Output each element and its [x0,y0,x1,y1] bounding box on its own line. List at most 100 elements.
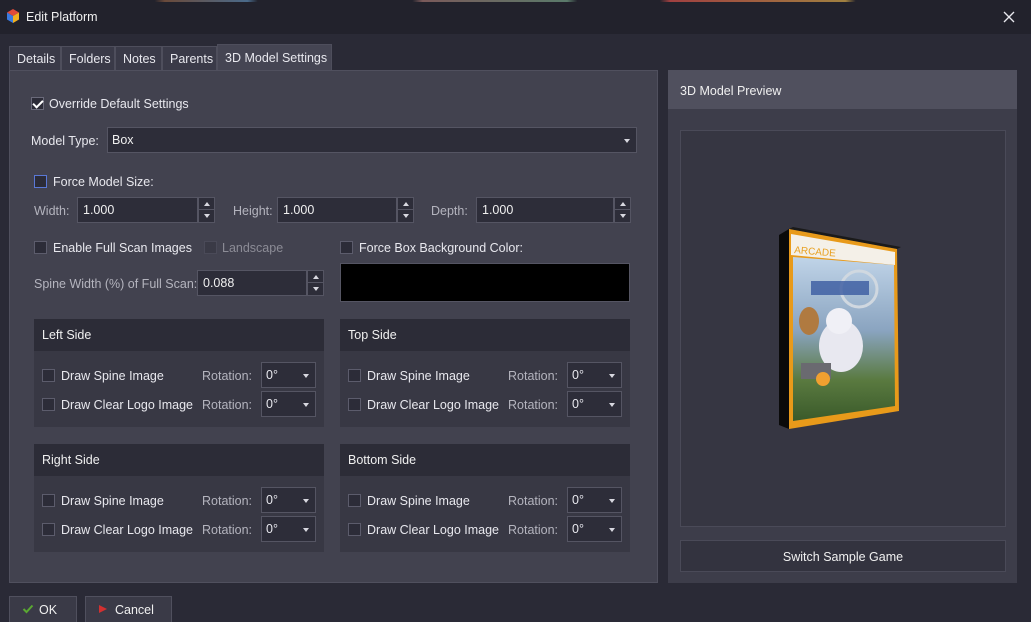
bottom-spine-rotation-dropdown[interactable]: 0° [567,487,622,513]
model-type-label: Model Type: [31,134,99,148]
preview-title: 3D Model Preview [680,84,782,98]
right-logo-label: Draw Clear Logo Image [61,523,194,537]
model-type-dropdown[interactable]: Box [107,127,637,153]
force-size-label: Force Model Size: [53,175,154,189]
bottom-side-header: Bottom Side [340,444,630,476]
depth-stepper[interactable] [614,197,631,223]
top-logo-rotation-dropdown[interactable]: 0° [567,391,622,417]
landscape-checkbox[interactable] [204,241,217,254]
switch-sample-game-button[interactable]: Switch Sample Game [680,540,1006,572]
spin-down-icon[interactable] [398,210,413,222]
muzzle-flash-shape [816,372,830,386]
depth-label: Depth: [431,204,468,218]
bottom-logo-rotation-dropdown[interactable]: 0° [567,516,622,542]
game-logo-plate [811,281,869,295]
secondary-character-shape [799,307,819,335]
left-logo-checkbox[interactable] [42,398,55,411]
top-side-header: Top Side [340,319,630,351]
close-button[interactable] [996,4,1022,30]
ok-label: OK [39,603,58,617]
left-side-group: Left Side Draw Spine Image Rotation: 0° … [34,319,324,427]
close-icon [1003,11,1015,23]
top-logo-rotation-label: Rotation: [508,398,559,412]
bottom-spine-checkbox[interactable] [348,494,361,507]
tab-notes[interactable]: Notes [115,46,162,71]
tab-folders[interactable]: Folders [61,46,115,71]
rotation-value: 0° [572,368,584,382]
background-strip [0,0,1031,2]
bottom-side-group: Bottom Side Draw Spine Image Rotation: 0… [340,444,630,552]
force-size-checkbox[interactable] [34,175,47,188]
spin-up-icon[interactable] [199,198,214,210]
cancel-icon [99,605,107,613]
left-side-header: Left Side [34,319,324,351]
right-spine-checkbox[interactable] [42,494,55,507]
3d-preview-viewport[interactable]: ARCADE [680,130,1006,527]
left-spine-rotation-label: Rotation: [202,369,253,383]
tab-parents[interactable]: Parents [162,46,217,71]
bottom-side-title: Bottom Side [348,453,417,467]
top-logo-label: Draw Clear Logo Image [367,398,500,412]
cancel-button[interactable]: Cancel [85,596,172,622]
checkmark-icon [22,604,34,614]
width-label: Width: [34,204,70,218]
bottom-logo-label: Draw Clear Logo Image [367,523,500,537]
depth-input[interactable]: 1.000 [476,197,614,223]
left-spine-label: Draw Spine Image [61,369,164,383]
height-input[interactable]: 1.000 [277,197,397,223]
spin-up-icon[interactable] [615,198,630,210]
background-color-swatch[interactable] [340,263,630,302]
spin-down-icon[interactable] [615,210,630,222]
top-spine-checkbox[interactable] [348,369,361,382]
height-stepper[interactable] [397,197,414,223]
rotation-value: 0° [572,493,584,507]
rotation-value: 0° [266,397,278,411]
spin-up-icon[interactable] [398,198,413,210]
tab-details[interactable]: Details [9,46,61,71]
window-title: Edit Platform [26,10,98,24]
top-side-title: Top Side [348,328,397,342]
chevron-down-icon [303,403,309,407]
tab-3d-model-settings[interactable]: 3D Model Settings [217,44,332,71]
game-box-model: ARCADE [779,227,901,429]
right-logo-checkbox[interactable] [42,523,55,536]
rotation-value: 0° [572,522,584,536]
chevron-down-icon [303,374,309,378]
title-bar [0,0,1031,34]
left-spine-checkbox[interactable] [42,369,55,382]
right-logo-rotation-dropdown[interactable]: 0° [261,516,316,542]
rotation-value: 0° [266,522,278,536]
top-logo-checkbox[interactable] [348,398,361,411]
top-spine-rotation-label: Rotation: [508,369,559,383]
left-logo-rotation-dropdown[interactable]: 0° [261,391,316,417]
bottom-spine-rotation-label: Rotation: [508,494,559,508]
chevron-down-icon [624,139,630,143]
override-checkbox[interactable] [31,97,44,110]
character-head-shape [826,308,852,334]
width-stepper[interactable] [198,197,215,223]
chevron-down-icon [303,528,309,532]
spine-width-input[interactable]: 0.088 [197,270,307,296]
bottom-logo-checkbox[interactable] [348,523,361,536]
right-spine-rotation-label: Rotation: [202,494,253,508]
full-scan-checkbox[interactable] [34,241,47,254]
ok-button[interactable]: OK [9,596,77,622]
box-spine [779,229,789,429]
spin-up-icon[interactable] [308,271,323,283]
chevron-down-icon [609,374,615,378]
spin-down-icon[interactable] [308,283,323,295]
right-spine-rotation-dropdown[interactable]: 0° [261,487,316,513]
right-spine-label: Draw Spine Image [61,494,164,508]
rotation-value: 0° [266,368,278,382]
chevron-down-icon [609,528,615,532]
left-logo-rotation-label: Rotation: [202,398,253,412]
right-side-header: Right Side [34,444,324,476]
left-side-title: Left Side [42,328,92,342]
top-spine-rotation-dropdown[interactable]: 0° [567,362,622,388]
spine-width-stepper[interactable] [307,270,324,296]
force-bg-label: Force Box Background Color: [359,241,523,255]
width-input[interactable]: 1.000 [77,197,198,223]
force-bg-checkbox[interactable] [340,241,353,254]
left-spine-rotation-dropdown[interactable]: 0° [261,362,316,388]
spin-down-icon[interactable] [199,210,214,222]
